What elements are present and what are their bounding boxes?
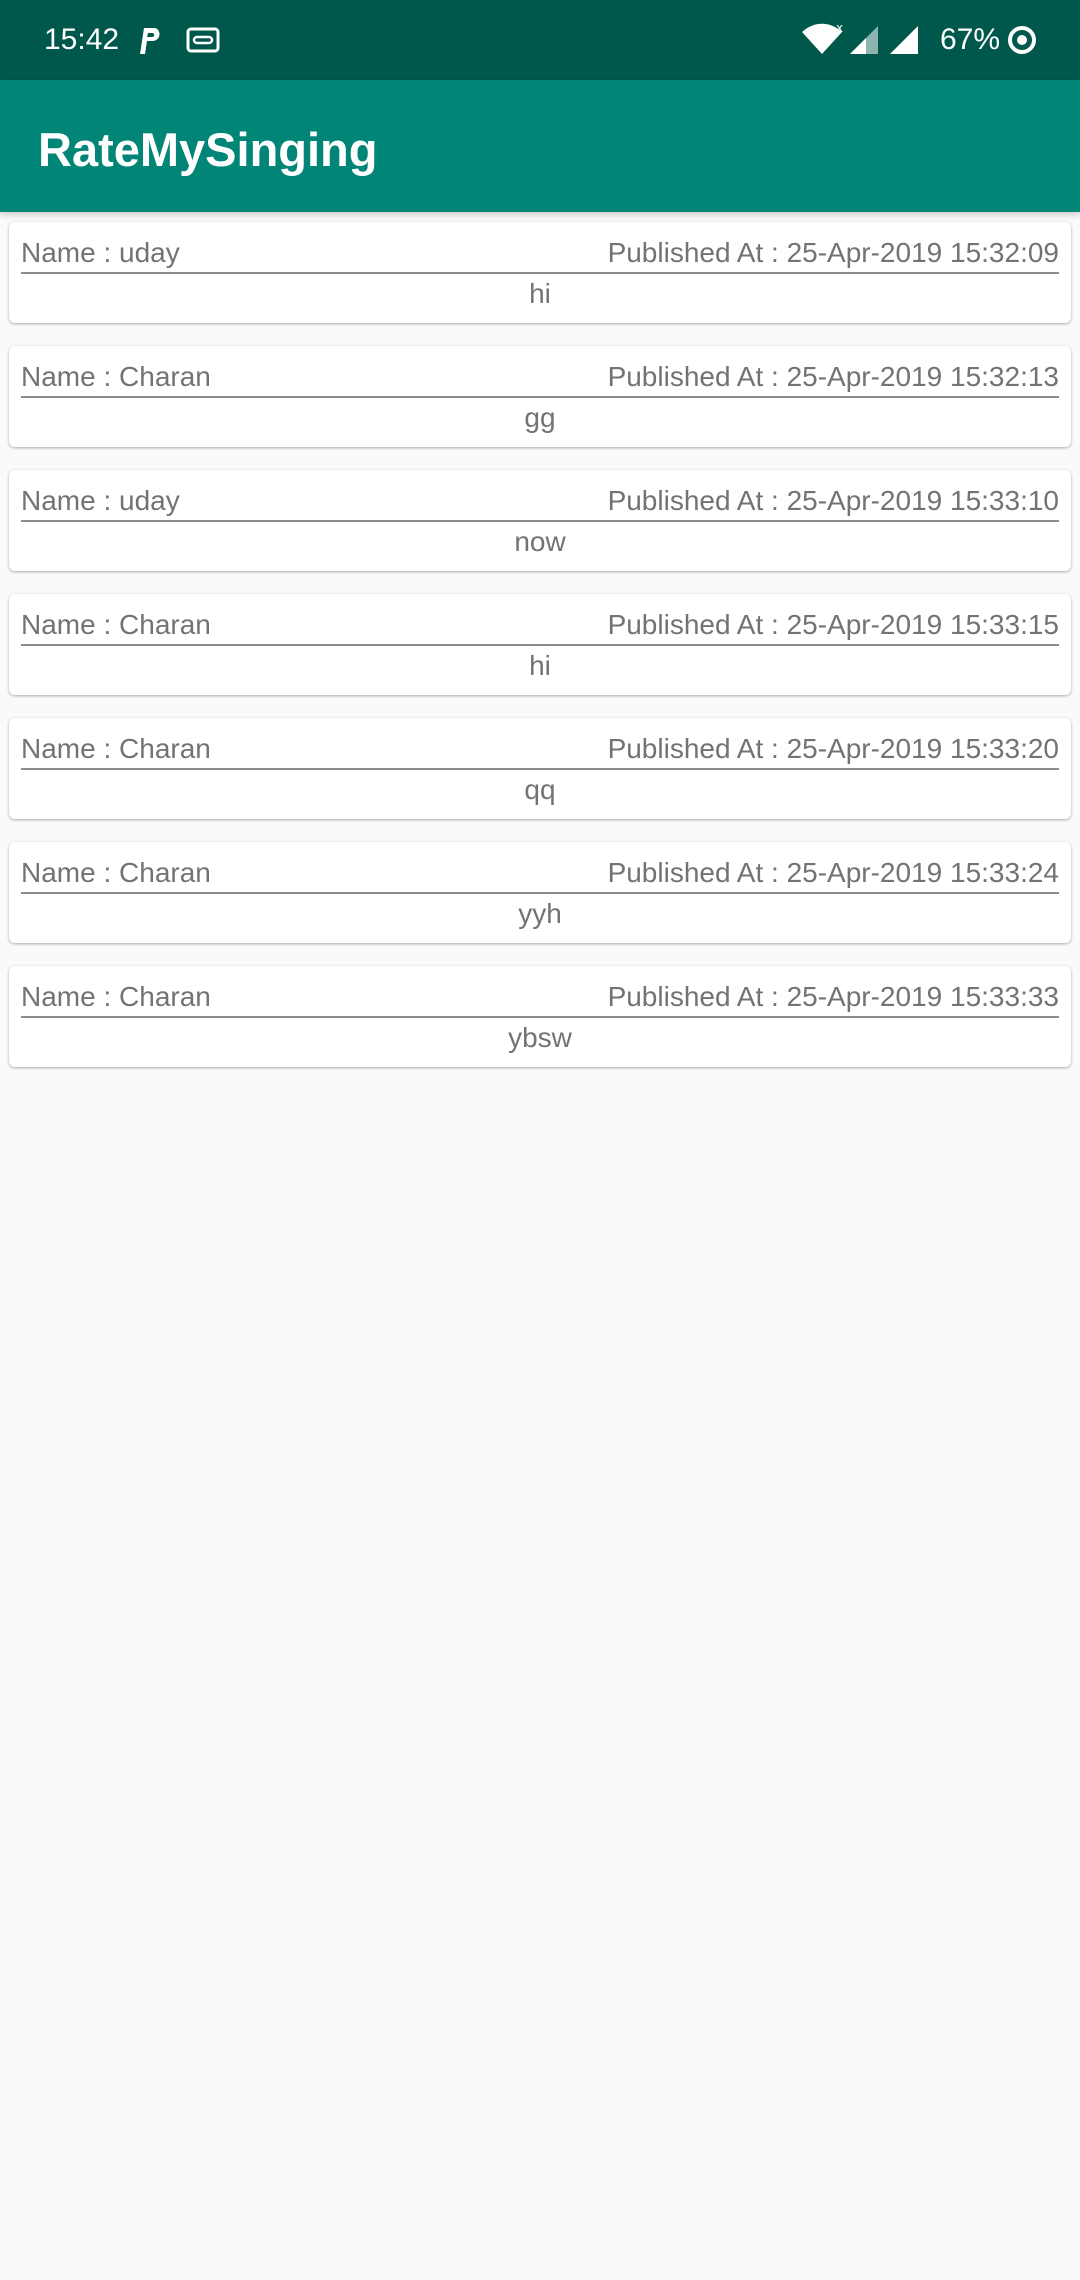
message-text: gg	[524, 402, 556, 433]
list-item[interactable]: Name : uday Published At : 25-Apr-2019 1…	[9, 222, 1071, 323]
battery-percentage: 67%	[940, 23, 1001, 56]
divider	[21, 768, 1059, 770]
published-date: Published At : 25-Apr-2019 15:33:15	[607, 609, 1059, 640]
message-text: now	[514, 526, 566, 557]
svg-text:x: x	[836, 22, 843, 35]
divider	[21, 644, 1059, 646]
list-item[interactable]: Name : Charan Published At : 25-Apr-2019…	[9, 594, 1071, 695]
published-date: Published At : 25-Apr-2019 15:33:20	[607, 733, 1059, 764]
sender-name: Name : Charan	[21, 981, 211, 1012]
wifi-icon: x	[800, 21, 844, 61]
sender-name: Name : uday	[21, 237, 180, 268]
app-title: RateMySinging	[38, 123, 378, 176]
divider	[21, 520, 1059, 522]
status-time: 15:42	[44, 23, 120, 56]
message-text: yyh	[518, 898, 562, 929]
published-date: Published At : 25-Apr-2019 15:33:24	[607, 857, 1059, 888]
list-item[interactable]: Name : uday Published At : 25-Apr-2019 1…	[9, 470, 1071, 571]
list-item[interactable]: Name : Charan Published At : 25-Apr-2019…	[9, 842, 1071, 943]
message-text: qq	[524, 774, 556, 805]
status-bar: 15:42 x 67%	[0, 0, 1080, 80]
message-text: hi	[529, 650, 551, 681]
divider	[21, 892, 1059, 894]
battery-saver-icon	[1006, 24, 1038, 61]
parking-icon	[134, 24, 164, 61]
published-date: Published At : 25-Apr-2019 15:33:33	[607, 981, 1059, 1012]
divider	[21, 1016, 1059, 1018]
signal-icon	[888, 24, 922, 61]
list-item[interactable]: Name : Charan Published At : 25-Apr-2019…	[9, 718, 1071, 819]
signal-icon	[848, 24, 882, 61]
sender-name: Name : uday	[21, 485, 180, 516]
message-text: hi	[529, 278, 551, 309]
published-date: Published At : 25-Apr-2019 15:32:13	[607, 361, 1059, 392]
app-bar: RateMySinging	[0, 80, 1080, 212]
sender-name: Name : Charan	[21, 361, 211, 392]
sender-name: Name : Charan	[21, 609, 211, 640]
message-text: ybsw	[508, 1022, 572, 1053]
published-date: Published At : 25-Apr-2019 15:32:09	[607, 237, 1059, 268]
list-item[interactable]: Name : Charan Published At : 25-Apr-2019…	[9, 966, 1071, 1067]
divider	[21, 272, 1059, 274]
published-date: Published At : 25-Apr-2019 15:33:10	[607, 485, 1059, 516]
sender-name: Name : Charan	[21, 857, 211, 888]
list-item[interactable]: Name : Charan Published At : 25-Apr-2019…	[9, 346, 1071, 447]
sender-name: Name : Charan	[21, 733, 211, 764]
message-list[interactable]: Name : uday Published At : 25-Apr-2019 1…	[9, 222, 1071, 1090]
voicemail-icon	[186, 26, 220, 59]
divider	[21, 396, 1059, 398]
